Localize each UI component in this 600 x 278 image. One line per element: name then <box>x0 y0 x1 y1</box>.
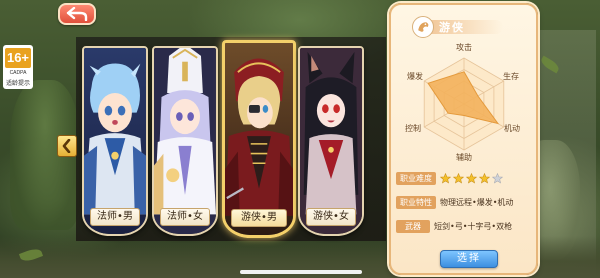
radar-label-mobility: 机动 <box>504 123 520 133</box>
difficulty-stars <box>440 172 503 184</box>
star-icon <box>492 172 503 183</box>
age-rating-tip: 适龄提示 <box>5 80 30 87</box>
character-card-ranger-female[interactable]: 游侠•女 <box>298 46 364 236</box>
age-rating-org: CADPA <box>9 70 27 76</box>
radar-label-survival: 生存 <box>503 71 519 81</box>
character-name: 法师•男 <box>90 208 140 226</box>
star-icon <box>453 172 464 183</box>
trait-row: 职业特性 物理远程•爆发•机动 <box>396 195 513 209</box>
radar-label-control: 控制 <box>405 123 421 133</box>
class-info-panel: 游侠 攻击 生存 机动 辅助 控制 爆发 职业难度 职业特性 物理远程•爆发•机… <box>389 3 538 275</box>
radar-label-support: 辅助 <box>456 152 472 162</box>
star-icon <box>440 172 451 183</box>
back-arrow-icon <box>66 7 88 21</box>
back-button[interactable] <box>58 3 96 25</box>
star-icon <box>479 172 490 183</box>
weapon-value: 短剑•弓•十字弓•双枪 <box>434 221 513 231</box>
left-arrow-icon <box>62 139 71 153</box>
star-icon <box>466 172 477 183</box>
character-card-mage-female[interactable]: 法师•女 <box>152 46 218 236</box>
character-portrait <box>154 48 216 234</box>
weapon-row: 武器 短剑•弓•十字弓•双枪 <box>396 219 512 233</box>
class-icon <box>412 16 434 38</box>
radar-label-attack: 攻击 <box>456 42 472 52</box>
character-portrait <box>300 48 362 234</box>
weapon-label: 武器 <box>396 219 430 233</box>
character-name: 游侠•女 <box>306 208 356 226</box>
trait-label: 职业特性 <box>396 195 436 209</box>
attribute-radar-chart: 攻击 生存 机动 辅助 控制 爆发 <box>405 42 520 162</box>
class-title: 游侠 <box>439 21 465 34</box>
difficulty-row: 职业难度 <box>396 171 503 185</box>
previous-button[interactable] <box>57 135 77 157</box>
character-name: 游侠•男 <box>231 209 287 227</box>
character-card-mage-male[interactable]: 法师•男 <box>82 46 148 236</box>
home-indicator[interactable] <box>240 270 362 274</box>
age-rating-value: 16+ <box>5 48 31 68</box>
character-portrait <box>225 43 293 235</box>
character-card-ranger-male[interactable]: 游侠•男 <box>222 40 296 238</box>
trait-value: 物理远程•爆发•机动 <box>440 197 514 207</box>
difficulty-label: 职业难度 <box>396 171 436 185</box>
character-portrait <box>84 48 146 234</box>
select-button[interactable]: 选择 <box>440 250 498 268</box>
character-name: 法师•女 <box>160 208 210 226</box>
radar-label-burst: 爆发 <box>407 71 423 81</box>
age-rating-badge[interactable]: 16+ CADPA 适龄提示 <box>3 45 33 89</box>
